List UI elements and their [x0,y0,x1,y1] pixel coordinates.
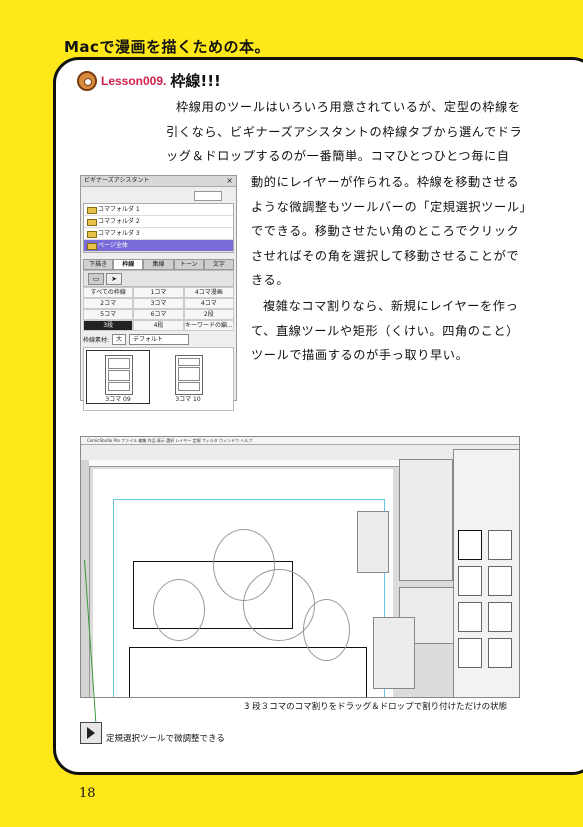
lesson-title: 枠線!!! [170,72,221,90]
lesson-heading: Lesson009. 枠線!!! [77,70,221,91]
page-thumbnail [458,566,482,596]
sketch-figure [303,599,350,661]
page-thumbnail [488,602,512,632]
body-paragraph-1: 枠線用のツールはいろいろ用意されているが、定型の枠線を引くなら、ビギナーズアシス… [166,100,523,163]
preset-cell[interactable]: すべての枠線 [83,287,134,298]
page-number: 18 [79,786,96,801]
panel-outline [178,367,200,381]
body-paragraph-3: 複雑なコマ割りなら、新規にレイヤーを作って、直線ツールや矩形（くけい。四角のこと… [251,299,519,362]
sketch-figure [153,579,205,641]
preset-cell[interactable]: キーワードの編... [183,320,234,331]
assistant-palette-panel [453,449,519,697]
tool-caption: 定規選択ツールで微調整できる [106,734,225,744]
material-label: 枠線素材: [83,336,110,344]
thumbnail-list: 3コマ 09 3コマ 10 [83,347,234,411]
page-thumbnail [458,638,482,668]
page-preview [175,355,203,395]
page-thumbnail [458,602,482,632]
preset-cell[interactable]: 4段 [133,320,184,331]
preset-cell[interactable]: 2段 [183,309,234,320]
book-title: Macで漫画を描くための本。 [64,38,270,56]
preset-cell[interactable]: 1コマ [133,287,184,298]
donut-icon [77,70,97,91]
tab-tone[interactable]: トーン [173,259,204,270]
app-menubar: ComicStudio Pro ファイル 編集 作品 表示 選択 レイヤー 定規… [81,437,519,445]
body-paragraph-2: 動的にレイヤーが作られる。枠線を移動させるような微調整もツールバーの「定規選択ツ… [251,175,527,287]
folder-item[interactable]: コマフォルダ 1 [84,204,233,216]
thumbnail-label: 3コマ 10 [175,396,201,403]
default-select[interactable]: デフォルト [129,333,190,345]
material-options: 枠線素材: 大 デフォルト [83,333,234,345]
layer-palette [399,459,453,581]
folder-item[interactable]: コマフォルダ 2 [84,216,233,228]
palette-search-input[interactable] [194,191,222,201]
tab-shusen[interactable]: 集線 [143,259,174,270]
preset-cell[interactable]: 2コマ [83,298,134,309]
page-preview [105,355,133,395]
beginners-assistant-palette: ビギナーズアシスタント × コマフォルダ 1 コマフォルダ 2 コマフォルダ 3… [80,175,237,411]
panel-outline [178,382,200,391]
screenshot-caption: 3 段３コマのコマ割りをドラッグ＆ドロップで割り付けただけの状態 [244,702,508,712]
lesson-number: Lesson009. [101,73,167,88]
folder-list: コマフォルダ 1 コマフォルダ 2 コマフォルダ 3 ページ全体 [83,203,234,253]
panel-outline [108,382,130,391]
preset-cell[interactable]: 5コマ [83,309,134,320]
tab-shitagaki[interactable]: 下描き [83,259,114,270]
thumbnail-item-selected[interactable]: 3コマ 09 [86,350,150,404]
page-thumbnail [458,530,482,560]
page-thumbnail [488,566,512,596]
app-screenshot: ComicStudio Pro ファイル 編集 作品 表示 選択 レイヤー 定規… [80,436,520,698]
tab-moji[interactable]: 文字 [203,259,235,270]
palette-tabs: 下描き 枠線 集線 トーン 文字 [83,259,235,270]
palette-title: ビギナーズアシスタント [81,176,236,187]
preset-cell[interactable]: 6コマ [133,309,184,320]
floating-palette [357,511,389,573]
thumbnail-label: 3コマ 09 [105,396,131,403]
folder-item[interactable]: コマフォルダ 3 [84,228,233,240]
pointer-tool-button[interactable]: ➤ [106,273,122,285]
app-ruler [89,460,451,467]
tool-option-palette [373,617,415,689]
panel-outline [178,358,200,366]
preset-cell[interactable]: 4コマ漫画 [183,287,234,298]
preset-cell-selected[interactable]: 3段 [83,320,134,331]
palette-toolbar [81,187,236,203]
preset-cell[interactable]: 4コマ [183,298,234,309]
preset-cell[interactable]: 3コマ [133,298,184,309]
frame-tool-button[interactable]: ▭ [88,273,104,285]
palette-tool-row: ▭ ➤ [83,270,234,287]
folder-item-selected[interactable]: ページ全体 [84,240,233,252]
page-thumbnail [488,530,512,560]
page-thumbnail [488,638,512,668]
close-icon[interactable]: × [226,176,233,185]
manga-canvas [93,469,393,697]
size-select[interactable]: 大 [112,333,127,345]
frame-preset-grid: すべての枠線 1コマ 4コマ漫画 2コマ 3コマ 4コマ 5コマ 6コマ 2段 … [83,287,234,331]
panel-outline [108,370,130,381]
thumbnail-item[interactable]: 3コマ 10 [156,350,220,404]
tab-wakusen[interactable]: 枠線 [113,259,144,270]
ruler-select-tool-icon [80,722,102,744]
panel-outline [108,358,130,369]
